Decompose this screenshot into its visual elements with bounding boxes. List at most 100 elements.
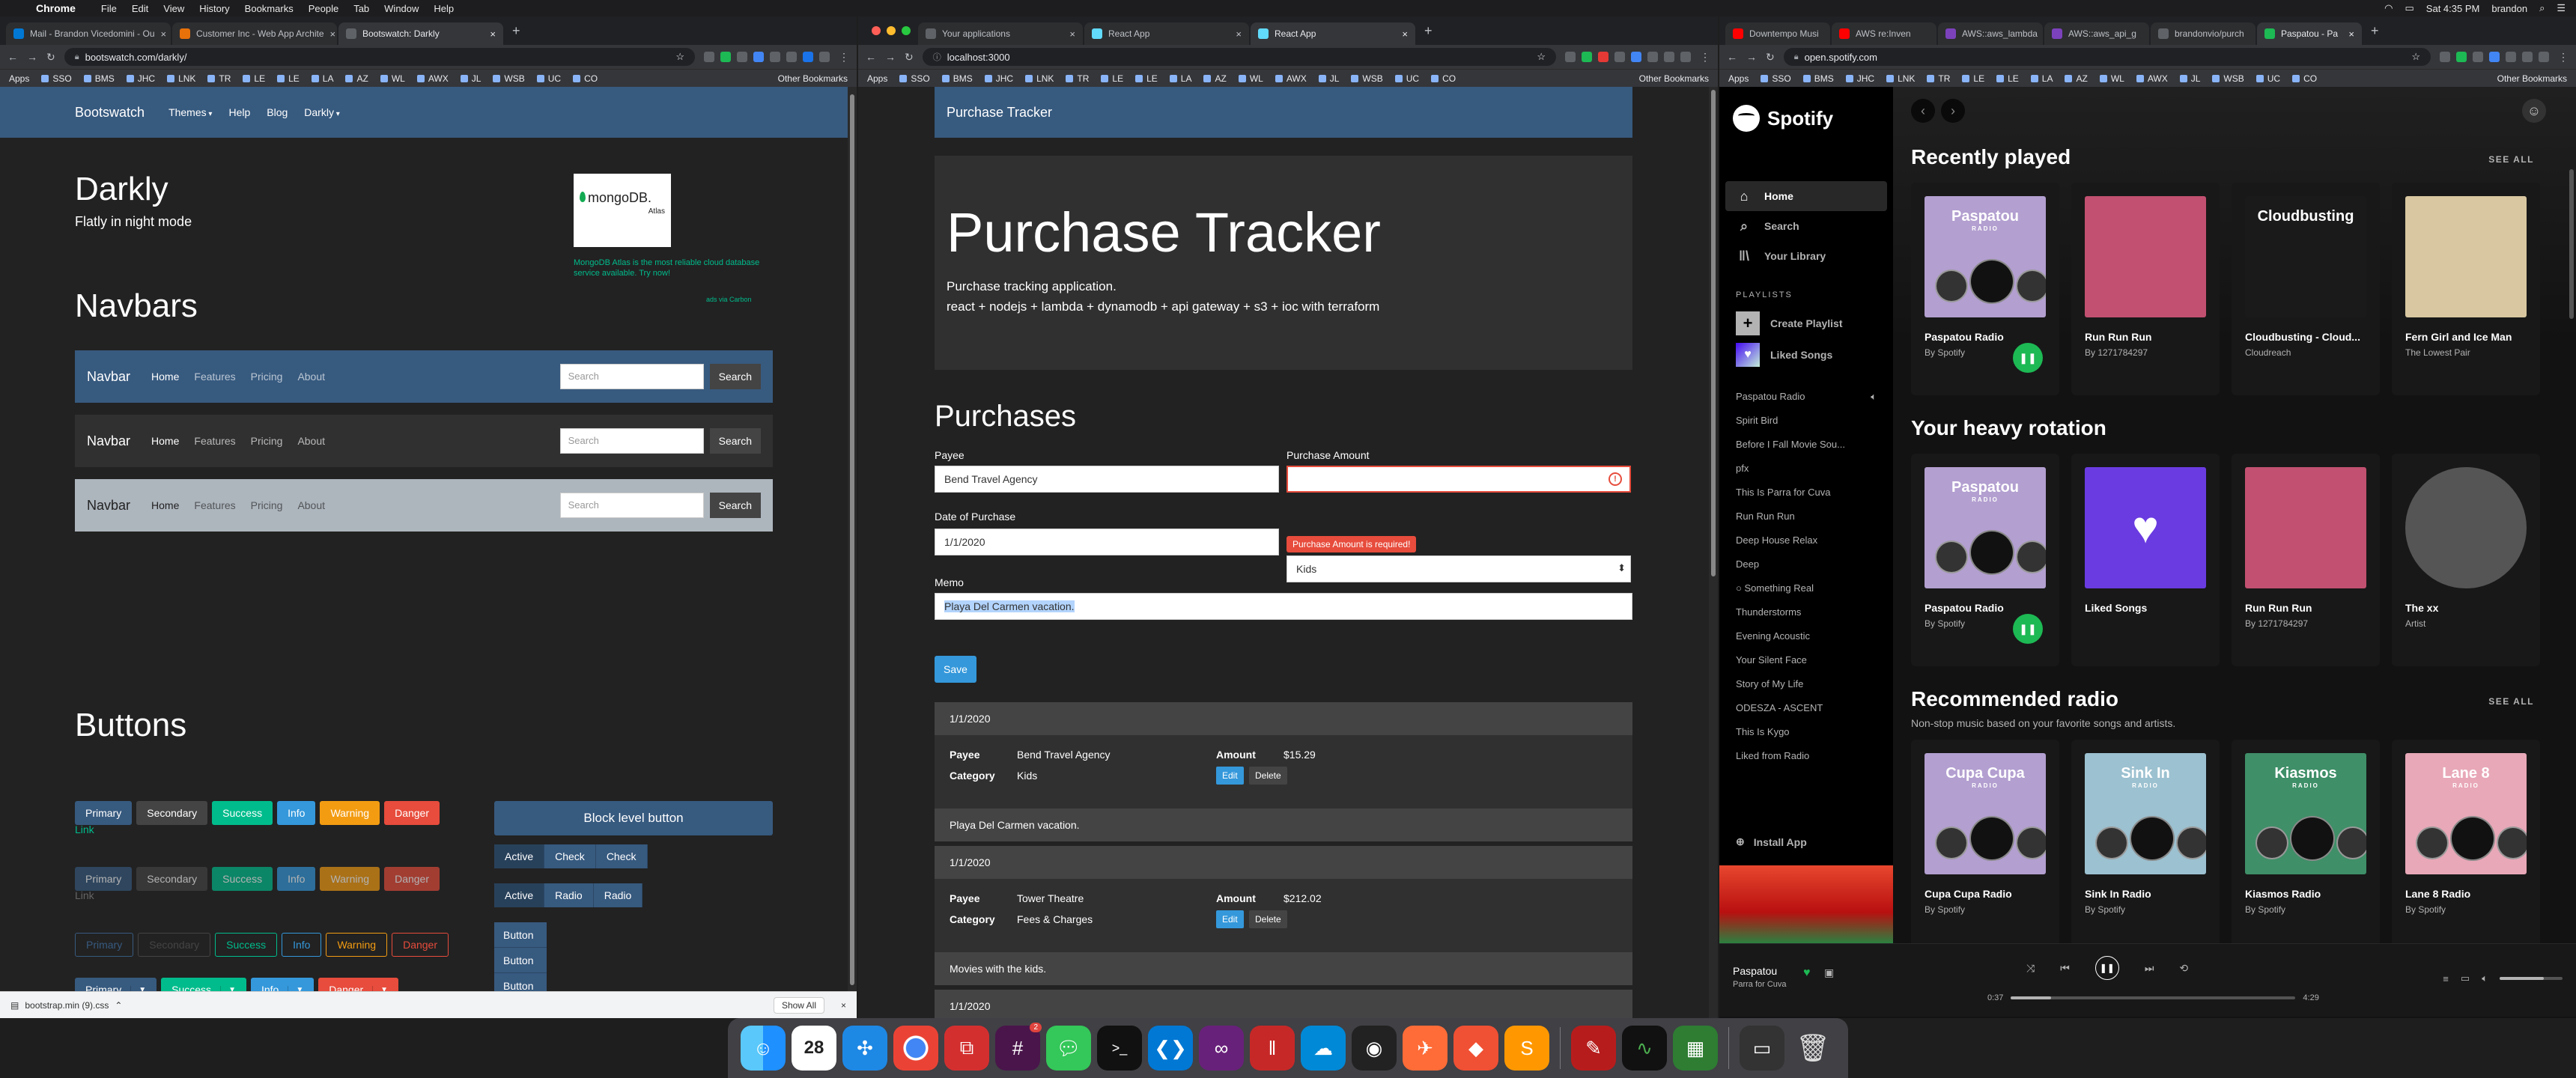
- chrome-icon[interactable]: [893, 1026, 938, 1071]
- star-icon[interactable]: ☆: [1537, 51, 1546, 63]
- apps-bookmark[interactable]: Apps: [9, 73, 29, 84]
- extension-icon[interactable]: [1631, 52, 1641, 62]
- category-select[interactable]: Kids: [1287, 555, 1631, 582]
- card-title[interactable]: Cupa Cupa Radio: [1925, 888, 2046, 900]
- bookmark[interactable]: CO: [1431, 73, 1456, 84]
- menu-tab[interactable]: Tab: [353, 3, 369, 14]
- playlist-item[interactable]: pfx: [1736, 457, 1886, 481]
- tab-mail[interactable]: Mail - Brandon Vicedomini - Ou ×: [6, 22, 171, 45]
- bookmark[interactable]: AZ: [345, 73, 368, 84]
- extension-icon[interactable]: [786, 52, 797, 62]
- pause-icon[interactable]: ❚❚: [2013, 343, 2043, 373]
- git-icon[interactable]: ◆: [1453, 1026, 1498, 1071]
- search-button[interactable]: Search: [709, 493, 761, 518]
- postman-icon[interactable]: ✈: [1403, 1026, 1448, 1071]
- cover-art[interactable]: [2245, 467, 2366, 588]
- nav-darkly[interactable]: Darkly: [304, 106, 339, 118]
- track-artist[interactable]: Parra for Cuva: [1733, 980, 1787, 989]
- tab-github[interactable]: brandonvio/purch: [2151, 22, 2255, 45]
- navbar-home[interactable]: Home: [151, 435, 179, 447]
- bookmark[interactable]: TR: [207, 73, 231, 84]
- extension-icon[interactable]: [720, 52, 731, 62]
- cover-art[interactable]: ♥: [2085, 467, 2206, 588]
- navbar-brand[interactable]: Navbar: [87, 433, 130, 449]
- info-button[interactable]: Info: [277, 801, 316, 825]
- wifi-icon[interactable]: ◠: [2384, 2, 2393, 14]
- sidebar-item-home[interactable]: ⌂ Home: [1725, 181, 1887, 211]
- menu-edit[interactable]: Edit: [132, 3, 148, 14]
- playlist-item[interactable]: Evening Acoustic: [1736, 624, 1886, 648]
- extension-icon[interactable]: [704, 52, 714, 62]
- card-title[interactable]: Paspatou Radio: [1925, 331, 2046, 343]
- menu-help[interactable]: Help: [434, 3, 454, 14]
- playlist-item[interactable]: ODESZA - ASCENT: [1736, 696, 1886, 720]
- bookmark[interactable]: LNK: [1025, 73, 1054, 84]
- reload-icon[interactable]: ↻: [905, 51, 914, 64]
- date-field[interactable]: 1/1/2020: [935, 529, 1279, 555]
- card-title[interactable]: Sink In Radio: [2085, 888, 2206, 900]
- bookmark[interactable]: JHC: [127, 73, 155, 84]
- battery-icon[interactable]: ▭: [2405, 2, 2414, 14]
- menu-view[interactable]: View: [163, 3, 184, 14]
- bookmark[interactable]: JHC: [985, 73, 1013, 84]
- chevron-up-icon[interactable]: ⌃: [115, 1000, 122, 1011]
- block-level-button[interactable]: Block level button: [494, 801, 773, 835]
- address-bar[interactable]: ⓘ localhost:3000 ☆: [922, 48, 1556, 66]
- shuffle-icon[interactable]: ⤨: [2026, 962, 2035, 975]
- bookmark[interactable]: AWX: [1275, 73, 1307, 84]
- bookmark[interactable]: JL: [1319, 73, 1340, 84]
- active-toggle[interactable]: Active: [494, 844, 545, 868]
- bookmark[interactable]: UC: [537, 73, 561, 84]
- minimize-window-icon[interactable]: [887, 26, 896, 35]
- terminal-icon[interactable]: >_: [1097, 1026, 1142, 1071]
- spotify-logo[interactable]: Spotify: [1733, 105, 1833, 132]
- show-all-button[interactable]: Show All: [773, 996, 824, 1014]
- cover-art[interactable]: Kiasmos RADIO: [2245, 753, 2366, 874]
- section-title[interactable]: Recommended radio: [1911, 687, 2118, 711]
- now-playing-cover-art[interactable]: [1719, 865, 1893, 943]
- media-card[interactable]: Cupa Cupa RADIO Cupa Cupa Radio By Spotify: [1911, 740, 2059, 952]
- bookmark[interactable]: BMS: [942, 73, 973, 84]
- card-title[interactable]: The xx: [2405, 602, 2527, 614]
- site-brand[interactable]: Bootswatch: [75, 105, 145, 121]
- active-radio[interactable]: Active: [494, 883, 545, 907]
- bookmark[interactable]: JL: [461, 73, 482, 84]
- scrollbar[interactable]: [848, 87, 857, 1018]
- card-title[interactable]: Fern Girl and Ice Man: [2405, 331, 2527, 343]
- back-icon[interactable]: ←: [866, 51, 876, 63]
- other-bookmarks[interactable]: Other Bookmarks: [778, 73, 848, 84]
- menu-history[interactable]: History: [199, 3, 229, 14]
- tab-terraform[interactable]: AWS::aws_lambda: [1938, 22, 2043, 45]
- extension-icon[interactable]: [1598, 52, 1609, 62]
- activity-monitor-icon[interactable]: ∿: [1622, 1026, 1667, 1071]
- see-all-link[interactable]: SEE ALL: [2488, 154, 2534, 165]
- ad-banner[interactable]: mongoDB. Atlas: [574, 174, 671, 247]
- create-playlist-button[interactable]: + Create Playlist: [1736, 311, 1843, 335]
- back-icon[interactable]: ←: [1727, 51, 1737, 63]
- cover-art[interactable]: [2405, 467, 2527, 588]
- reload-icon[interactable]: ↻: [1766, 51, 1775, 64]
- card-title[interactable]: Kiasmos Radio: [2245, 888, 2366, 900]
- section-title[interactable]: Your heavy rotation: [1911, 416, 2106, 440]
- slack-icon[interactable]: #2: [995, 1023, 1042, 1071]
- media-card[interactable]: Kiasmos RADIO Kiasmos Radio By Spotify: [2232, 740, 2380, 952]
- next-icon[interactable]: ⏭: [2145, 962, 2154, 975]
- numbers-icon[interactable]: ▦: [1673, 1026, 1718, 1071]
- tab-terraform[interactable]: AWS::aws_api_g: [2044, 22, 2149, 45]
- extension-icon[interactable]: [803, 52, 813, 62]
- forward-icon[interactable]: →: [885, 51, 896, 63]
- notification-center-icon[interactable]: ☰: [2557, 2, 2566, 14]
- close-tab-icon[interactable]: ×: [1402, 28, 1408, 40]
- extension-icon[interactable]: [1614, 52, 1625, 62]
- new-tab-icon[interactable]: +: [505, 23, 528, 39]
- tab-spotify[interactable]: Paspatou - Pa ×: [2257, 22, 2362, 45]
- devices-icon[interactable]: ▭: [2461, 972, 2470, 984]
- extension-icon[interactable]: [2473, 52, 2483, 62]
- extension-icon[interactable]: [2489, 52, 2500, 62]
- tab-react-app-active[interactable]: React App ×: [1251, 22, 1415, 45]
- calendar-icon[interactable]: 28: [792, 1026, 836, 1071]
- other-bookmarks[interactable]: Other Bookmarks: [2497, 73, 2567, 84]
- media-card[interactable]: The xx Artist: [2392, 454, 2540, 666]
- card-title[interactable]: Paspatou Radio: [1925, 602, 2046, 614]
- tab-youtube[interactable]: AWS re:Inven: [1832, 22, 1936, 45]
